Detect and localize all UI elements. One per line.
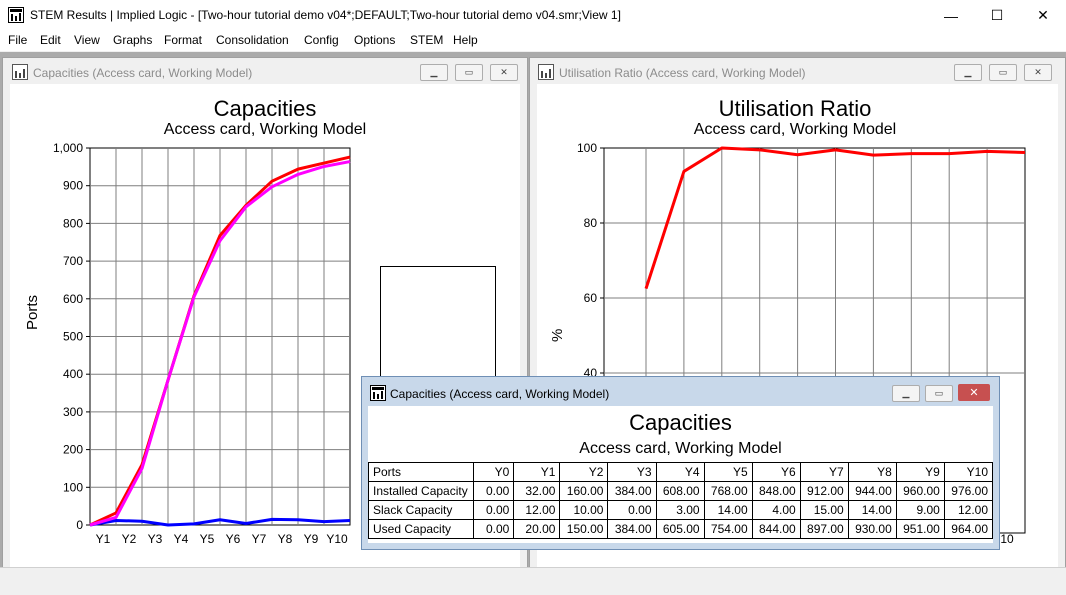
table-col-header: Y7 (799, 462, 849, 482)
table-row: Slack Capacity 0.00 12.00 10.00 0.00 3.0… (367, 500, 994, 520)
table-col-header: Y2 (559, 462, 609, 482)
table-col-header: Y10 (943, 462, 994, 482)
table-window-icon (370, 385, 386, 401)
table-window-title: Capacities (Access card, Working Model) (390, 387, 610, 401)
table-cell: 605.00 (655, 519, 705, 539)
table-cell: 12.00 (513, 500, 561, 520)
table-cell: 844.00 (751, 519, 801, 539)
y-tick-label: 100 (577, 141, 597, 155)
table-cell: 4.00 (751, 500, 801, 520)
table-cell: 848.00 (751, 481, 801, 501)
table-content-area: Capacities Access card, Working Model Po… (367, 406, 994, 543)
table-cell: 960.00 (895, 481, 945, 501)
table-cell: 964.00 (943, 519, 994, 539)
table-cell: 9.00 (895, 500, 945, 520)
capacities-table-window: Capacities (Access card, Working Model) … (361, 376, 1000, 550)
table-col-header: Y3 (607, 462, 657, 482)
table-row-label: Installed Capacity (367, 481, 475, 501)
table-col-header: Y8 (847, 462, 897, 482)
table-cell: 930.00 (847, 519, 897, 539)
table-cell: 0.00 (473, 481, 515, 501)
table-cell: 10.00 (559, 500, 609, 520)
table-row-label: Slack Capacity (367, 500, 475, 520)
table-row: Installed Capacity 0.00 32.00 160.00 384… (367, 481, 994, 501)
table-cell: 768.00 (703, 481, 753, 501)
table-col-header: Y9 (895, 462, 945, 482)
table-cell: 14.00 (703, 500, 753, 520)
table-cell: 150.00 (559, 519, 609, 539)
x-tick-label: 10 (1000, 532, 1014, 546)
table-maximize-button[interactable]: ▭ (925, 385, 953, 402)
table-cell: 0.00 (473, 519, 515, 539)
table-cell: 951.00 (895, 519, 945, 539)
table-col-header: Ports (367, 462, 475, 482)
status-bar (0, 567, 1066, 595)
table-row: Used Capacity 0.00 20.00 150.00 384.00 6… (367, 519, 994, 539)
table-cell: 160.00 (559, 481, 609, 501)
table-cell: 15.00 (799, 500, 849, 520)
table-cell: 0.00 (607, 500, 657, 520)
table-heading: Capacities (629, 410, 732, 435)
table-cell: 384.00 (607, 481, 657, 501)
y-tick-label: 60 (584, 291, 598, 305)
table-col-header: Y5 (703, 462, 753, 482)
table-cell: 944.00 (847, 481, 897, 501)
table-cell: 0.00 (473, 500, 515, 520)
table-cell: 976.00 (943, 481, 994, 501)
table-cell: 20.00 (513, 519, 561, 539)
table-col-header: Y0 (473, 462, 515, 482)
table-col-header: Y6 (751, 462, 801, 482)
table-cell: 3.00 (655, 500, 705, 520)
table-cell: 384.00 (607, 519, 657, 539)
y-tick-label: 80 (584, 216, 598, 230)
capacities-data-table: Ports Y0 Y1 Y2 Y3 Y4 Y5 Y6 Y7 Y8 Y9 Y10 … (367, 462, 994, 539)
table-subheading: Access card, Working Model (579, 440, 782, 457)
table-minimize-button[interactable]: ▁ (892, 385, 920, 402)
table-cell: 12.00 (943, 500, 994, 520)
table-cell: 754.00 (703, 519, 753, 539)
table-cell: 897.00 (799, 519, 849, 539)
table-close-button[interactable]: ✕ (958, 384, 990, 401)
table-cell: 32.00 (513, 481, 561, 501)
table-cell: 912.00 (799, 481, 849, 501)
table-header-row: Ports Y0 Y1 Y2 Y3 Y4 Y5 Y6 Y7 Y8 Y9 Y10 (367, 462, 994, 482)
table-col-header: Y1 (513, 462, 561, 482)
table-row-label: Used Capacity (367, 519, 475, 539)
table-cell: 608.00 (655, 481, 705, 501)
table-col-header: Y4 (655, 462, 705, 482)
table-cell: 14.00 (847, 500, 897, 520)
